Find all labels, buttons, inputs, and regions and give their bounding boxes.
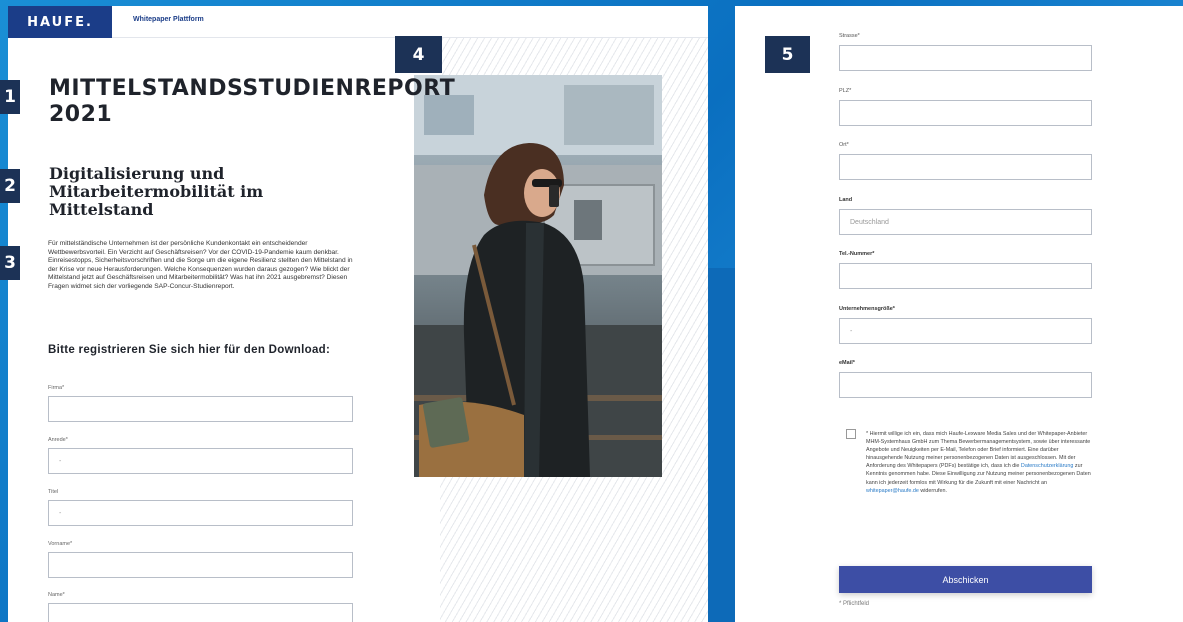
ort-label: Ort* <box>839 142 849 148</box>
land-select[interactable]: Deutschland <box>839 209 1092 235</box>
nav-link-whitepaper-platform[interactable]: Whitepaper Plattform <box>133 16 204 23</box>
hero-photo-illustration <box>414 75 662 477</box>
landing-page-right: Strasse* PLZ* Ort* Land Deutschland Tel.… <box>735 6 1183 622</box>
submit-button[interactable]: Abschicken <box>839 566 1092 593</box>
intro-paragraph: Für mittelständische Unternehmen ist der… <box>48 240 353 290</box>
haufe-logo[interactable]: HAUFE. <box>8 6 112 38</box>
anrede-select[interactable]: - <box>48 448 353 474</box>
plz-input[interactable] <box>839 100 1092 126</box>
company-size-select[interactable]: - <box>839 318 1092 344</box>
consent-text-part-3: widerrufen. <box>920 487 947 494</box>
land-label: Land <box>839 197 853 203</box>
anrede-label: Anrede* <box>48 437 68 443</box>
privacy-policy-link[interactable]: Datenschutzerklärung <box>1021 463 1073 469</box>
firma-input[interactable] <box>48 396 353 422</box>
step-badge-4: 4 <box>395 36 442 73</box>
step-badge-3: 3 <box>0 246 20 280</box>
tel-label: Tel.-Nummer* <box>839 251 875 257</box>
vorname-label: Vorname* <box>48 541 73 547</box>
email-label: eMail* <box>839 360 855 366</box>
page-title: MITTELSTANDSSTUDIENREPORT 2021 <box>49 76 456 127</box>
firma-label: Firma* <box>48 385 65 391</box>
name-input[interactable] <box>48 603 353 622</box>
form-heading: Bitte registrieren Sie sich hier für den… <box>48 344 331 356</box>
plz-label: PLZ* <box>839 88 852 94</box>
background-band <box>705 268 737 622</box>
strasse-input[interactable] <box>839 45 1092 71</box>
company-size-label: Unternehmensgröße* <box>839 306 895 312</box>
page-subtitle: Digitalisierung und Mitarbeitermobilität… <box>49 164 264 219</box>
titel-select[interactable]: - <box>48 500 353 526</box>
tel-input[interactable] <box>839 263 1092 289</box>
step-badge-1: 1 <box>0 80 20 114</box>
name-label: Name* <box>48 592 65 598</box>
vorname-input[interactable] <box>48 552 353 578</box>
contact-email-link[interactable]: whitepaper@haufe.de <box>866 488 919 494</box>
required-field-note: * Pflichtfeld <box>839 601 870 607</box>
step-badge-2: 2 <box>0 169 20 203</box>
landing-page-left: HAUFE. Whitepaper Plattform MITTELSTANDS… <box>8 6 708 622</box>
strasse-label: Strasse* <box>839 33 860 39</box>
hero-image-woman-on-phone <box>414 75 662 477</box>
step-badge-5: 5 <box>765 36 810 73</box>
consent-text: * Hiermit willige ich ein, dass mich Hau… <box>866 430 1091 495</box>
titel-label: Titel <box>48 489 59 495</box>
consent-checkbox[interactable] <box>846 429 856 439</box>
ort-input[interactable] <box>839 154 1092 180</box>
email-input[interactable] <box>839 372 1092 398</box>
top-navigation-bar: HAUFE. Whitepaper Plattform <box>8 6 708 38</box>
